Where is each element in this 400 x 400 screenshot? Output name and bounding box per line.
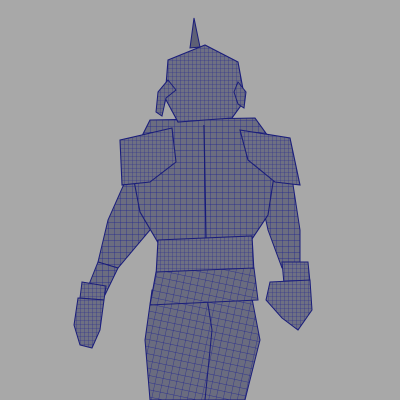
3d-viewport[interactable] bbox=[0, 0, 400, 400]
hip-armor bbox=[149, 267, 259, 306]
helmet-spike-icon bbox=[189, 17, 201, 49]
right-hand bbox=[265, 279, 313, 331]
helmet bbox=[164, 44, 246, 123]
character-model[interactable] bbox=[0, 0, 400, 400]
left-hand bbox=[73, 297, 105, 349]
